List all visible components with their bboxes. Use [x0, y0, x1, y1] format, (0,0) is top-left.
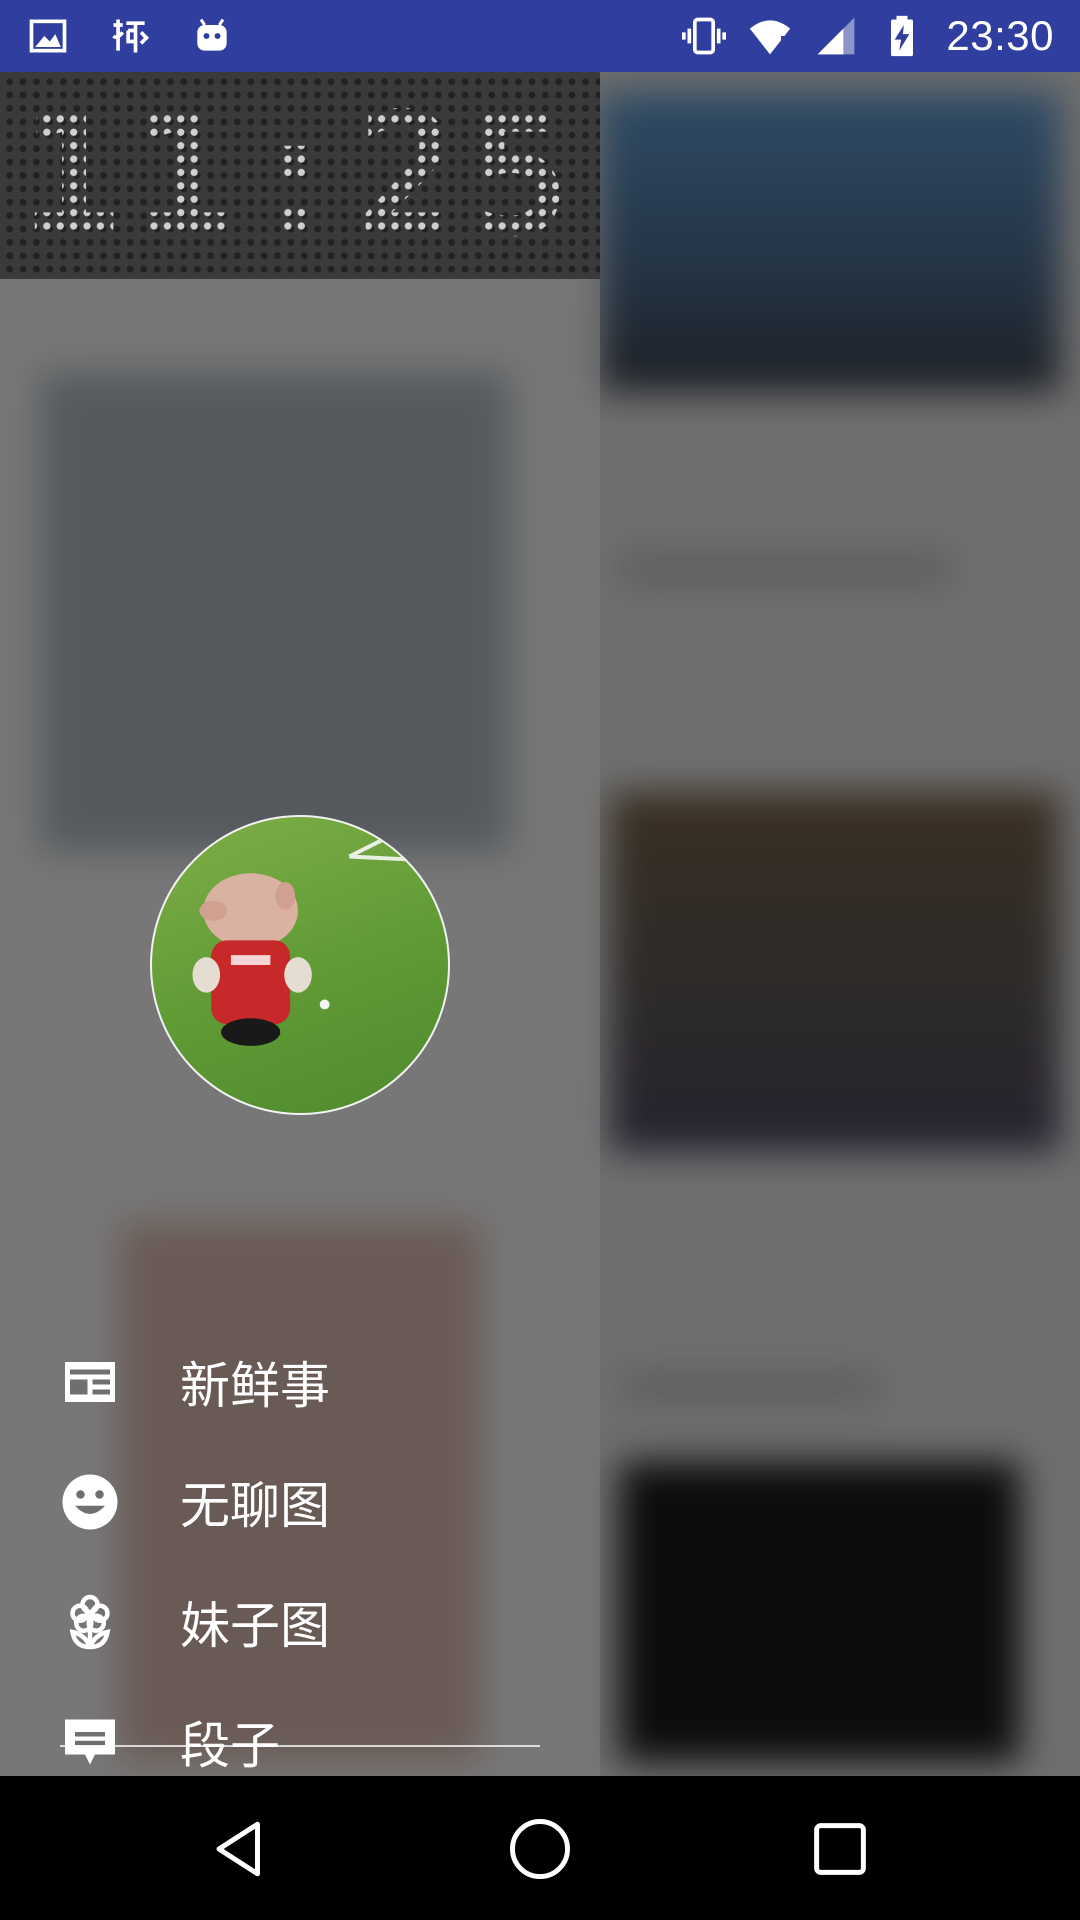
recents-icon[interactable]: [807, 1816, 873, 1882]
image-icon: [26, 14, 70, 58]
back-icon[interactable]: [208, 1816, 274, 1882]
vibrate-icon: [682, 14, 727, 58]
status-system: 23:30: [682, 12, 1054, 60]
menu-item-boring-pics[interactable]: 无聊图: [0, 1447, 600, 1557]
android-icon: [190, 14, 234, 58]
home-icon[interactable]: [507, 1816, 573, 1882]
avatar-image: [192, 825, 448, 1046]
menu-label-girl-pics: 妹子图: [180, 1597, 330, 1655]
feed-line-1: [620, 552, 950, 586]
chat-icon: [60, 1712, 120, 1772]
wifi-icon: [748, 14, 792, 58]
feed-card-1: [600, 92, 1060, 392]
feed-card-2: [610, 792, 1060, 1152]
feed-line-2: [620, 1372, 880, 1402]
smiley-icon: [60, 1472, 120, 1532]
signal-icon: [814, 14, 858, 58]
xia-app-icon: [108, 14, 152, 58]
drawer-backdrop-card-1: [40, 372, 510, 852]
menu-item-girl-pics[interactable]: 妹子图: [0, 1567, 600, 1677]
newspaper-icon: [60, 1352, 120, 1412]
menu-label-fresh: 新鲜事: [180, 1357, 330, 1415]
navigation-drawer: 11:25 新鲜事 无聊图 妹子图 段子: [0, 72, 600, 1776]
dot-matrix-clock: 11:25: [0, 72, 600, 279]
menu-label-jokes: 段子: [180, 1717, 280, 1775]
clock-time: 11:25: [19, 76, 581, 275]
user-avatar[interactable]: [150, 815, 450, 1115]
status-time: 23:30: [946, 12, 1054, 59]
status-bar: 23:30: [0, 0, 1080, 72]
menu-label-boring-pics: 无聊图: [180, 1477, 330, 1535]
navigation-bar: [0, 1776, 1080, 1920]
feed-card-3: [620, 1462, 1020, 1762]
flower-icon: [60, 1592, 120, 1652]
status-notifications: [26, 14, 234, 58]
battery-charging-icon: [880, 14, 924, 58]
menu-item-jokes[interactable]: 段子: [0, 1687, 600, 1776]
menu-item-fresh[interactable]: 新鲜事: [0, 1327, 600, 1437]
drawer-divider: [60, 1745, 540, 1747]
